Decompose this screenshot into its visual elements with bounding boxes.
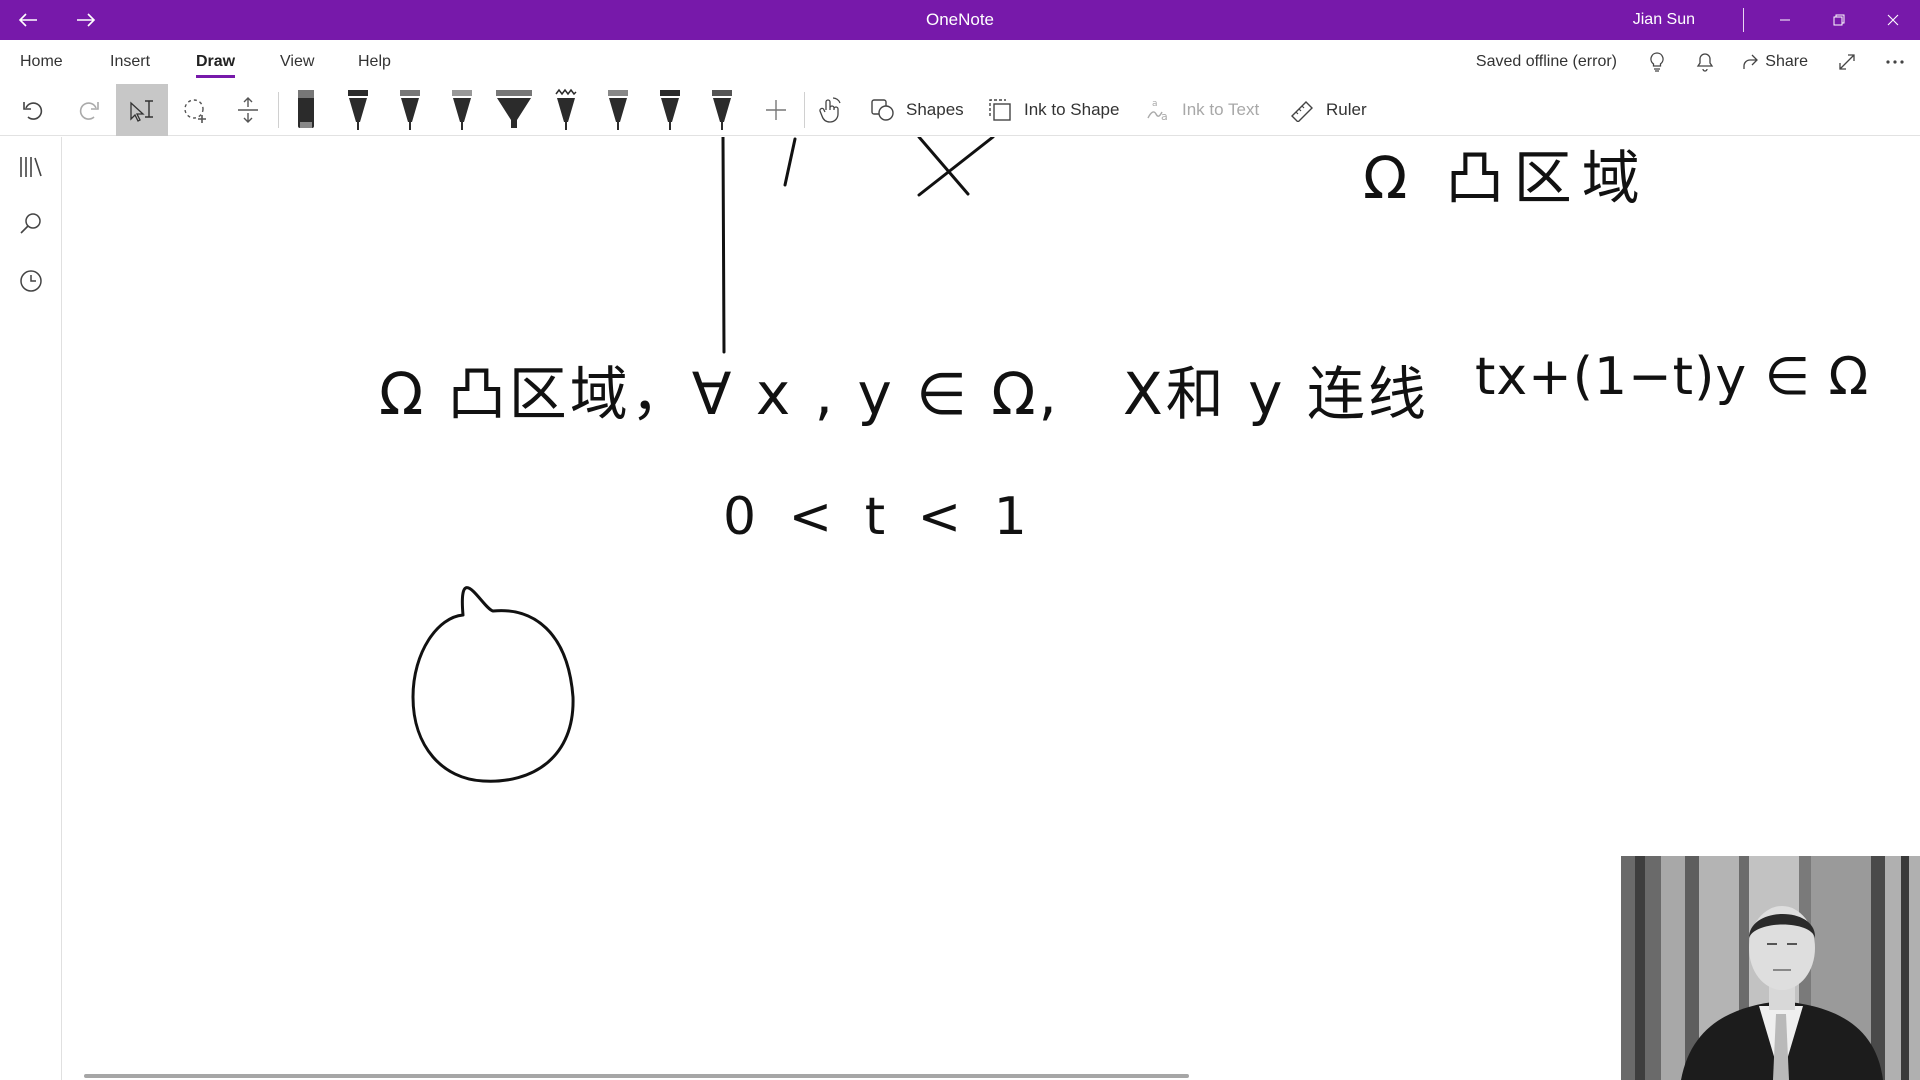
pen-4[interactable] xyxy=(546,84,586,136)
lightbulb-button[interactable] xyxy=(1642,40,1672,84)
pen-5[interactable] xyxy=(598,84,638,136)
user-name[interactable]: Jian Sun xyxy=(1633,0,1695,40)
clock-icon xyxy=(20,270,42,292)
presenter-video-frame xyxy=(1621,856,1920,1080)
lasso-select-tool[interactable] xyxy=(176,84,216,136)
minimize-icon xyxy=(1780,19,1790,21)
title-bar: OneNote Jian Sun xyxy=(0,0,1920,40)
horizontal-scrollbar[interactable] xyxy=(84,1074,1189,1078)
pen-icon xyxy=(608,90,628,130)
left-navigation-rail xyxy=(0,137,62,1080)
touch-draw-icon xyxy=(819,97,841,123)
bell-icon xyxy=(1696,53,1714,72)
close-icon xyxy=(1887,14,1899,26)
sync-status[interactable]: Saved offline (error) xyxy=(1476,40,1617,84)
more-icon xyxy=(1886,60,1904,64)
share-icon xyxy=(1743,54,1759,69)
pen-icon xyxy=(555,88,577,130)
pen-1[interactable] xyxy=(338,84,378,136)
tab-draw[interactable]: Draw xyxy=(196,40,236,84)
handwritten-line-2c: tx+(1−t)y ∈ Ω xyxy=(1475,347,1870,407)
tab-home[interactable]: Home xyxy=(20,40,63,84)
highlighter-icon xyxy=(496,90,532,128)
insert-space-icon xyxy=(238,97,258,123)
handwritten-line-3: 0 < t < 1 xyxy=(723,487,1035,547)
share-button[interactable]: Share xyxy=(1741,40,1808,84)
ink-to-text-label: Ink to Text xyxy=(1182,100,1260,119)
notebooks-button[interactable] xyxy=(0,143,62,191)
shapes-icon xyxy=(871,99,894,121)
handwritten-line-2a: Ω 凸区域，∀ x , y ∈ Ω, xyxy=(379,360,1060,428)
share-label: Share xyxy=(1765,53,1808,70)
svg-text:a: a xyxy=(1161,110,1168,122)
restore-icon xyxy=(1833,14,1845,26)
ink-to-shape-button[interactable]: Ink to Shape xyxy=(988,84,1119,136)
more-options-button[interactable] xyxy=(1880,40,1910,84)
tab-help[interactable]: Help xyxy=(358,40,391,84)
menu-bar: Home Insert Draw View Help Saved offline… xyxy=(0,40,1920,84)
ink-to-text-button[interactable]: aa Ink to Text xyxy=(1146,84,1259,136)
lightbulb-icon xyxy=(1650,52,1664,72)
ruler-icon xyxy=(1291,101,1313,122)
redo-icon xyxy=(79,102,99,120)
pen-icon xyxy=(452,90,472,130)
ribbon-divider xyxy=(804,92,805,128)
highlighter-1[interactable] xyxy=(492,84,536,136)
shapes-button[interactable]: Shapes xyxy=(870,84,964,136)
add-space-tool[interactable] xyxy=(228,84,268,136)
webcam-video xyxy=(1621,856,1920,1080)
tab-insert[interactable]: Insert xyxy=(110,40,150,84)
handwritten-line-2b: X和 y 连线 xyxy=(1123,360,1429,428)
close-button[interactable] xyxy=(1866,0,1920,40)
pen-2[interactable] xyxy=(390,84,430,136)
undo-icon xyxy=(23,102,43,120)
svg-text:a: a xyxy=(1152,99,1158,109)
notifications-button[interactable] xyxy=(1690,40,1720,84)
ruler-label: Ruler xyxy=(1326,100,1367,119)
minimize-button[interactable] xyxy=(1758,0,1812,40)
fullscreen-button[interactable] xyxy=(1832,40,1862,84)
draw-ribbon: Shapes Ink to Shape aa Ink to Text Ruler xyxy=(0,84,1920,136)
recent-notes-button[interactable] xyxy=(0,257,62,305)
pen-7[interactable] xyxy=(702,84,742,136)
pen-icon xyxy=(400,90,420,130)
pen-6[interactable] xyxy=(650,84,690,136)
pen-icon xyxy=(660,90,680,130)
forward-button[interactable] xyxy=(58,0,114,40)
redo-button[interactable] xyxy=(68,84,108,136)
plus-icon xyxy=(766,100,786,120)
ribbon-divider xyxy=(278,92,279,128)
handwritten-line-1: Ω 凸区域 xyxy=(1363,144,1650,212)
titlebar-divider xyxy=(1743,8,1744,32)
type-select-tool[interactable] xyxy=(116,84,168,136)
back-button[interactable] xyxy=(0,0,56,40)
cursor-text-icon xyxy=(130,100,153,122)
search-icon xyxy=(20,213,41,234)
lasso-icon xyxy=(184,99,206,123)
search-button[interactable] xyxy=(0,199,62,247)
pen-icon xyxy=(712,90,732,130)
library-icon xyxy=(20,157,42,177)
eraser-tool[interactable] xyxy=(286,84,326,136)
ink-to-shape-icon xyxy=(989,99,1011,121)
eraser-icon xyxy=(298,90,314,128)
touch-draw-button[interactable] xyxy=(810,84,850,136)
expand-icon xyxy=(1839,54,1855,70)
undo-button[interactable] xyxy=(14,84,54,136)
ruler-button[interactable]: Ruler xyxy=(1290,84,1367,136)
pen-icon xyxy=(348,90,368,130)
add-pen-button[interactable] xyxy=(756,84,796,136)
restore-button[interactable] xyxy=(1812,0,1866,40)
ink-to-text-icon: aa xyxy=(1147,99,1168,122)
ink-to-shape-label: Ink to Shape xyxy=(1024,100,1120,119)
pen-3[interactable] xyxy=(442,84,482,136)
tab-view[interactable]: View xyxy=(280,40,314,84)
arrow-left-icon xyxy=(18,13,37,27)
arrow-right-icon xyxy=(77,13,96,27)
shapes-label: Shapes xyxy=(906,100,964,119)
